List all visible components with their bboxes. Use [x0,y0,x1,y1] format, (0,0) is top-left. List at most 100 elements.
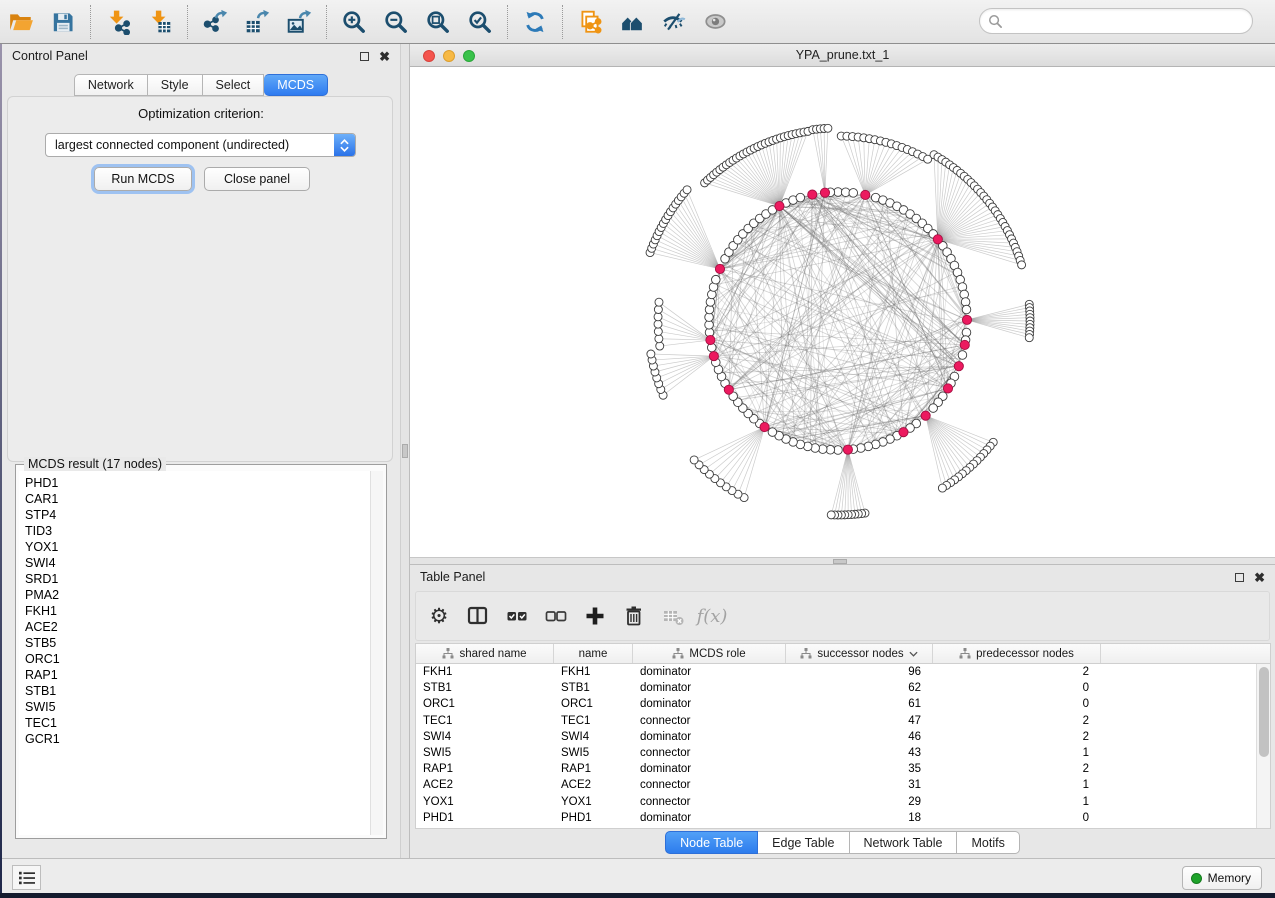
tab-edge-table[interactable]: Edge Table [758,831,849,854]
mcds-node-item[interactable]: TEC1 [25,715,370,731]
mcds-node-item[interactable]: CAR1 [25,491,370,507]
hide-graphics-details-button[interactable] [655,3,693,41]
delete-column-button[interactable] [619,601,649,631]
tab-network-table[interactable]: Network Table [850,831,958,854]
float-panel-icon[interactable] [360,52,369,61]
mcds-node-item[interactable]: YOX1 [25,539,370,555]
zoom-fit-button[interactable] [419,3,457,41]
close-panel-icon[interactable]: ✖ [379,52,390,61]
dominator-node[interactable] [760,422,769,431]
table-scrollbar-thumb[interactable] [1259,667,1269,757]
export-image-button[interactable] [280,3,318,41]
mcds-node-item[interactable]: SRD1 [25,571,370,587]
network-canvas[interactable] [410,67,1275,557]
dominator-node[interactable] [921,411,930,420]
import-table-button[interactable] [141,3,179,41]
tab-network[interactable]: Network [74,74,148,96]
mcds-node-item[interactable]: ORC1 [25,651,370,667]
dominator-node[interactable] [933,235,942,244]
table-row[interactable]: ORC1ORC1dominator610 [416,696,1270,712]
mcds-node-item[interactable]: RAP1 [25,667,370,683]
column-header-predecessor-nodes[interactable]: predecessor nodes [933,644,1101,663]
dominator-node[interactable] [715,264,724,273]
mcds-node-item[interactable]: GCR1 [25,731,370,747]
divider-handle[interactable] [833,559,847,564]
mcds-node-item[interactable]: SWI5 [25,699,370,715]
houses-button[interactable] [613,3,651,41]
zoom-selected-button[interactable] [461,3,499,41]
dominator-node[interactable] [724,385,733,394]
dominator-node[interactable] [962,315,971,324]
mcds-node-item[interactable]: STB5 [25,635,370,651]
table-row[interactable]: ACE2ACE2connector311 [416,777,1270,793]
mcds-node-item[interactable]: TID3 [25,523,370,539]
column-header-shared-name[interactable]: shared name [416,644,554,663]
table-row[interactable]: SWI4SWI4dominator462 [416,729,1270,745]
table-settings-gear-button[interactable]: ⚙ [424,601,454,631]
mcds-node-item[interactable]: PHD1 [25,475,370,491]
dominator-node[interactable] [706,335,715,344]
task-history-button[interactable] [12,865,41,890]
dominator-node[interactable] [709,352,718,361]
close-panel-button[interactable]: Close panel [204,167,310,191]
search-input[interactable] [1003,14,1252,28]
tab-motifs[interactable]: Motifs [957,831,1019,854]
dominator-node[interactable] [775,201,784,210]
run-mcds-button[interactable]: Run MCDS [94,167,192,191]
clone-network-button[interactable] [571,3,609,41]
table-row[interactable]: PHD1PHD1dominator180 [416,810,1270,826]
table-row[interactable]: RAP1RAP1dominator352 [416,761,1270,777]
tab-select[interactable]: Select [203,74,265,96]
export-table-button[interactable] [238,3,276,41]
tab-mcds[interactable]: MCDS [264,74,328,96]
import-network-button[interactable] [99,3,137,41]
optimization-dropdown[interactable]: largest connected component (undirected) [45,133,356,157]
column-header-name[interactable]: name [554,644,633,663]
dominator-node[interactable] [943,384,952,393]
dominator-node[interactable] [899,428,908,437]
node-table: shared namename MCDS role successor node… [415,643,1271,829]
table-cell: SWI4 [554,731,633,743]
mcds-result-list[interactable]: PHD1CAR1STP4TID3YOX1SWI4SRD1PMA2FKH1ACE2… [19,471,370,835]
memory-button[interactable]: Memory [1182,866,1262,890]
column-header-MCDS-role[interactable]: MCDS role [633,644,786,663]
dominator-node[interactable] [843,445,852,454]
zoom-in-button[interactable] [335,3,373,41]
mcds-node-item[interactable]: STP4 [25,507,370,523]
add-column-button[interactable] [580,601,610,631]
table-row[interactable]: TEC1TEC1connector472 [416,713,1270,729]
apply-layout-refresh-button[interactable] [516,3,554,41]
graphics-details-disabled-button[interactable] [697,3,735,41]
export-network-button[interactable] [196,3,234,41]
table-row[interactable]: STB1STB1dominator620 [416,680,1270,696]
table-row[interactable]: YOX1YOX1connector291 [416,794,1270,810]
divider-handle[interactable] [402,444,408,458]
tab-style[interactable]: Style [148,74,203,96]
float-panel-icon[interactable] [1235,573,1244,582]
panel-divider-horizontal[interactable] [410,557,1275,565]
table-row[interactable]: SWI5SWI5connector431 [416,745,1270,761]
save-session-button[interactable] [44,3,82,41]
close-panel-icon[interactable]: ✖ [1254,573,1265,582]
zoom-out-button[interactable] [377,3,415,41]
mcds-node-item[interactable]: SWI4 [25,555,370,571]
dominator-node[interactable] [820,188,829,197]
mcds-node-item[interactable]: STB1 [25,683,370,699]
dominator-node[interactable] [960,340,969,349]
mcds-list-scrollbar[interactable] [370,471,383,835]
column-header-successor-nodes[interactable]: successor nodes [786,644,933,663]
open-file-button[interactable] [2,3,40,41]
mcds-node-item[interactable]: FKH1 [25,603,370,619]
deselect-all-checkboxes-button[interactable] [541,601,571,631]
table-row[interactable]: FKH1FKH1dominator962 [416,664,1270,680]
mcds-node-item[interactable]: ACE2 [25,619,370,635]
panel-divider-vertical[interactable] [400,44,410,858]
table-scrollbar[interactable] [1256,664,1270,829]
show-columns-button[interactable] [463,601,493,631]
select-all-checkboxes-button[interactable] [502,601,532,631]
dominator-node[interactable] [808,190,817,199]
dominator-node[interactable] [954,362,963,371]
tab-node-table[interactable]: Node Table [665,831,758,854]
dominator-node[interactable] [861,190,870,199]
mcds-node-item[interactable]: PMA2 [25,587,370,603]
